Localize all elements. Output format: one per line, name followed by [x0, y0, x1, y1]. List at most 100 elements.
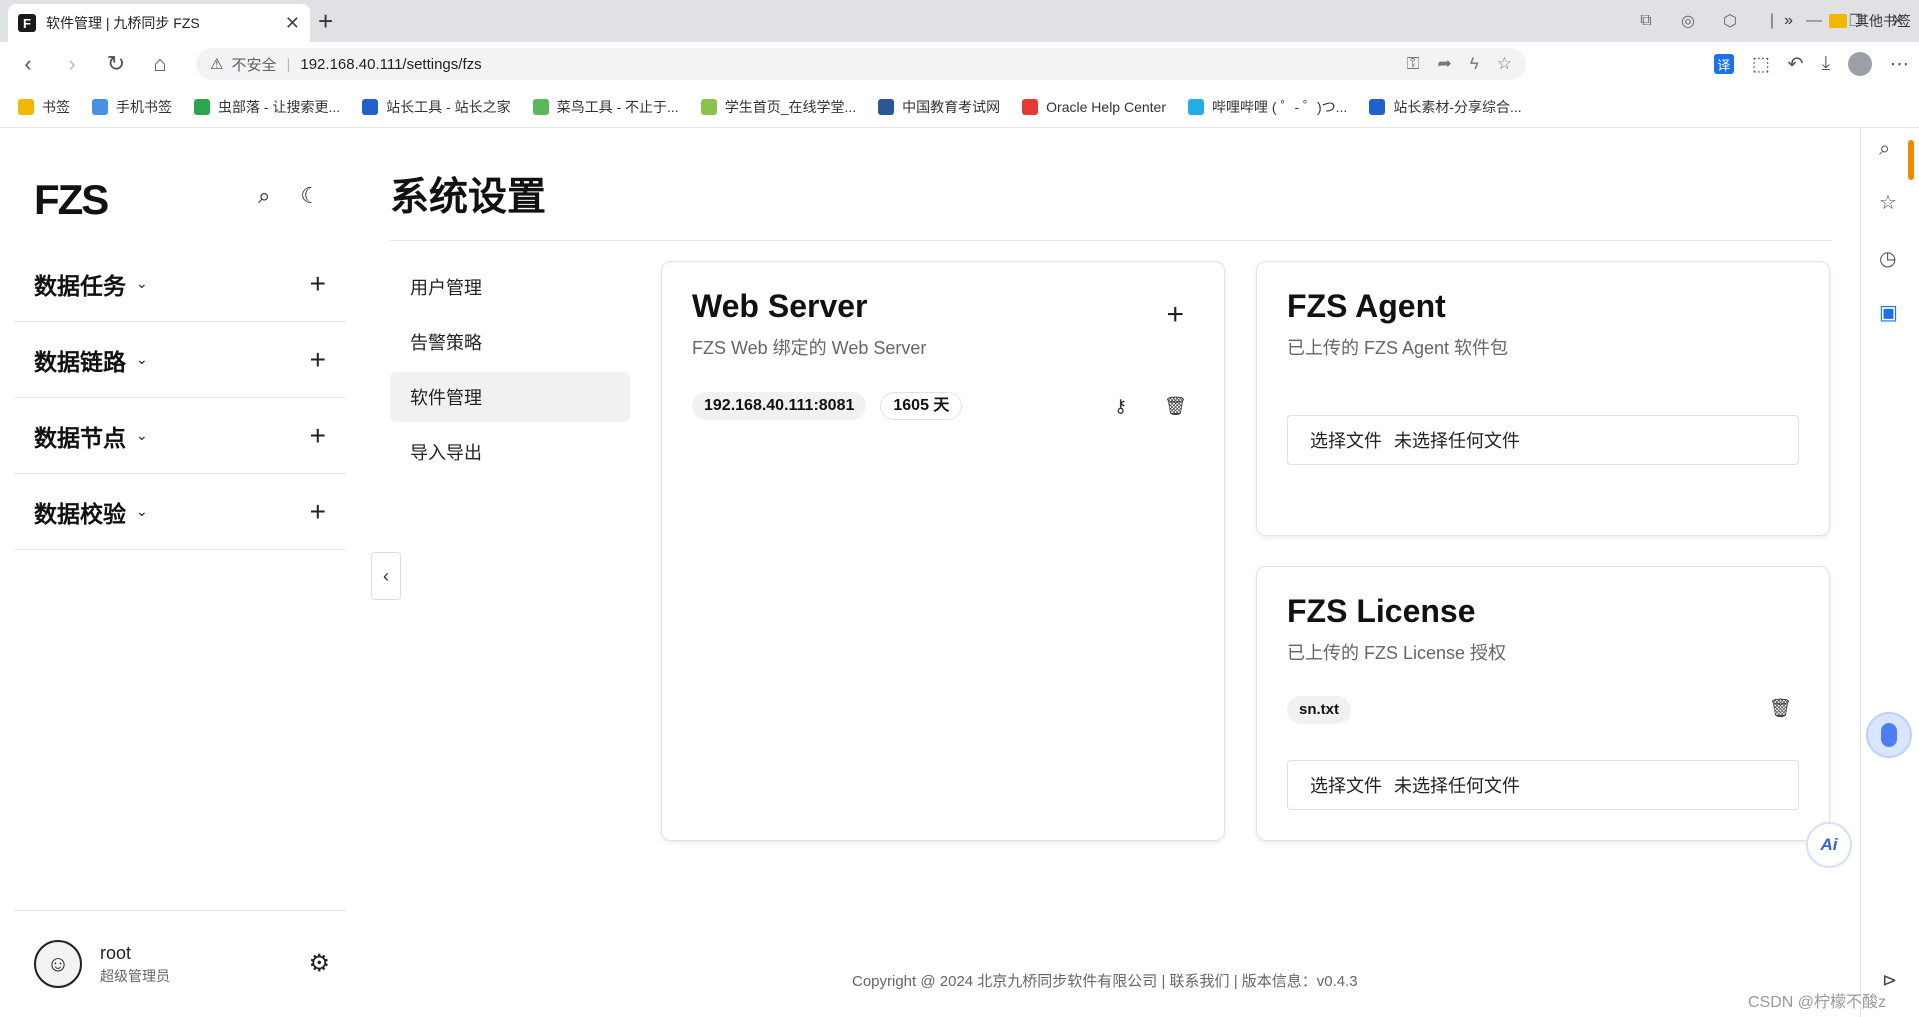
extensions-menu-icon[interactable]: ⬡ [1709, 11, 1751, 31]
extension-toolbar: 译 ⬚ ↶ ⤓ ⋯ [1713, 48, 1909, 80]
bookmark-icon [878, 98, 895, 115]
bookmark-item[interactable]: 站长工具 - 站长之家 [362, 97, 511, 117]
card-subtitle: 已上传的 FZS License 授权 [1287, 643, 1507, 663]
search-icon[interactable]: ⌕ [258, 183, 270, 209]
address-bar-row: ‹ › ↻ ⌂ ⚠ 不安全 | 192.168.40.111/settings/… [0, 42, 1919, 86]
settings-menu-import-export[interactable]: 导入导出 [390, 427, 630, 477]
app-logo[interactable]: FZS [34, 176, 109, 224]
collapse-sidebar-button[interactable]: ‹ [371, 552, 401, 600]
profile-avatar[interactable] [1848, 52, 1872, 76]
add-icon[interactable]: + [310, 496, 326, 528]
bookmark-label: 学生首页_在线学堂... [724, 98, 857, 115]
add-icon[interactable]: + [310, 268, 326, 300]
bookmark-item[interactable]: 中国教育考试网 [878, 97, 1000, 117]
bookmark-item[interactable]: 站长素材-分享综合... [1369, 97, 1522, 117]
server-address-badge: 192.168.40.111:8081 [692, 392, 867, 420]
user-name: root [100, 942, 132, 963]
omnibox[interactable]: ⚠ 不安全 | 192.168.40.111/settings/fzs ⚿ ➦ … [196, 48, 1526, 80]
key-icon[interactable]: ⚿ [1407, 54, 1420, 74]
bookmark-label: 中国教育考试网 [902, 98, 1001, 115]
file-status: 未选择任何文件 [1394, 431, 1520, 451]
bookmark-icon [1022, 98, 1039, 115]
lightning-icon[interactable]: ϟ [1470, 54, 1479, 74]
avatar[interactable]: ☺ [34, 940, 82, 988]
bookmark-item[interactable]: 手机书签 [92, 97, 172, 117]
user-info: root 超级管理员 [100, 943, 170, 986]
bookmark-icon [532, 98, 549, 115]
chevron-down-icon[interactable]: ⌄ [136, 275, 148, 292]
favorites-icon[interactable]: ☆ [1879, 190, 1897, 215]
tab-close-icon[interactable]: ✕ [285, 13, 300, 34]
bookmark-item[interactable]: 哔哩哔哩 ( ゜- ゜)つ... [1188, 97, 1347, 117]
floating-assistant-button[interactable] [1866, 712, 1912, 758]
user-panel: ☺ root 超级管理员 ⚙ [14, 910, 346, 1017]
history-icon[interactable]: ◷ [1879, 246, 1896, 271]
incognito-icon[interactable]: ◎ [1667, 11, 1709, 31]
choose-file-button[interactable]: 选择文件 [1310, 772, 1382, 798]
settings-menu-software[interactable]: 软件管理 [390, 372, 630, 422]
reload-icon[interactable]: ↻ [94, 51, 138, 77]
settings-menu-users[interactable]: 用户管理 [390, 262, 630, 312]
nav-item-data-verify[interactable]: 数据校验 ⌄ + [14, 474, 346, 550]
agent-file-input[interactable]: 选择文件 未选择任何文件 [1287, 415, 1799, 465]
new-tab-icon[interactable]: + [318, 6, 333, 37]
gear-icon[interactable]: ⚙ [308, 949, 330, 978]
fzs-license-card: FZS License 已上传的 FZS License 授权 sn.txt 🗑… [1256, 566, 1830, 841]
bookmark-label: 哔哩哔哩 ( ゜- ゜)つ... [1212, 98, 1348, 115]
add-web-server-icon[interactable]: + [1166, 298, 1184, 332]
share-icon[interactable]: ➦ [1438, 54, 1452, 74]
chevron-down-icon[interactable]: ⌄ [136, 351, 148, 368]
bookmark-item[interactable]: 学生首页_在线学堂... [700, 97, 857, 117]
bookmark-icon [700, 98, 717, 115]
app-icon[interactable]: ▣ [1879, 300, 1898, 325]
browser-tab-bar: F 软件管理 | 九桥同步 FZS ✕ + ⧉ ◎ ⬡ | — ❐ ✕ [0, 0, 1919, 42]
watermark: CSDN @柠檬不酸z [1748, 994, 1887, 1011]
license-file-badge: sn.txt [1287, 696, 1352, 724]
scrollbar[interactable] [1908, 140, 1914, 180]
url-text[interactable]: 192.168.40.111/settings/fzs [300, 56, 481, 73]
warning-icon[interactable]: ⚠ [210, 55, 223, 73]
add-icon[interactable]: + [310, 344, 326, 376]
bookmark-label: 手机书签 [116, 98, 172, 115]
key-icon[interactable]: ⚷ [1114, 396, 1127, 417]
bookmarks-more-icon[interactable]: » [1784, 12, 1793, 30]
card-title: Web Server [692, 288, 868, 324]
home-icon[interactable]: ⌂ [138, 51, 182, 77]
ai-assistant-button[interactable]: Ai [1806, 822, 1852, 868]
days-badge: 1605 天 [880, 392, 963, 420]
bookmark-item[interactable]: Oracle Help Center [1022, 98, 1166, 115]
nav-item-data-links[interactable]: 数据链路 ⌄ + [14, 322, 346, 398]
puzzle-icon[interactable]: ⬚ [1752, 53, 1770, 76]
divider [390, 240, 1832, 241]
fzs-agent-card: FZS Agent 已上传的 FZS Agent 软件包 选择文件 未选择任何文… [1256, 261, 1830, 536]
undo-icon[interactable]: ↶ [1788, 53, 1804, 76]
more-menu-icon[interactable]: ⋯ [1890, 53, 1909, 76]
bookmark-label: 站长素材-分享综合... [1393, 98, 1522, 115]
settings-menu-alerts[interactable]: 告警策略 [390, 317, 630, 367]
other-bookmarks[interactable]: 其他书签 [1829, 11, 1911, 31]
nav-item-data-tasks[interactable]: 数据任务 ⌄ + [14, 246, 346, 322]
other-bookmarks-label: 其他书签 [1855, 13, 1911, 29]
license-file-input[interactable]: 选择文件 未选择任何文件 [1287, 760, 1799, 810]
add-icon[interactable]: + [310, 420, 326, 452]
web-server-row: 192.168.40.111:8081 1605 天 [692, 392, 963, 420]
back-icon[interactable]: ‹ [6, 51, 50, 77]
choose-file-button[interactable]: 选择文件 [1310, 427, 1382, 453]
bookmark-item[interactable]: 菜鸟工具 - 不止于... [532, 97, 679, 117]
trash-icon[interactable]: 🗑 [1164, 396, 1187, 417]
forward-icon[interactable]: › [50, 51, 94, 77]
bookmark-item[interactable]: 虫部落 - 让搜索更... [194, 97, 340, 117]
dark-mode-icon[interactable]: ☾ [300, 183, 320, 209]
search-icon[interactable]: ⌕ [1879, 138, 1890, 161]
trash-icon[interactable]: 🗑 [1769, 698, 1792, 719]
chevron-down-icon[interactable]: ⌄ [136, 427, 148, 444]
translate-icon[interactable]: 译 [1713, 54, 1734, 74]
browser-tab[interactable]: F 软件管理 | 九桥同步 FZS ✕ [8, 4, 310, 42]
nav-item-data-nodes[interactable]: 数据节点 ⌄ + [14, 398, 346, 474]
chevron-down-icon[interactable]: ⌄ [136, 503, 148, 520]
bookmark-item[interactable]: 书签 [18, 97, 70, 117]
tab-actions-icon[interactable]: ⧉ [1625, 12, 1667, 30]
star-icon[interactable]: ☆ [1497, 54, 1512, 74]
bookmark-icon [1369, 98, 1386, 115]
download-icon[interactable]: ⤓ [1822, 53, 1830, 75]
